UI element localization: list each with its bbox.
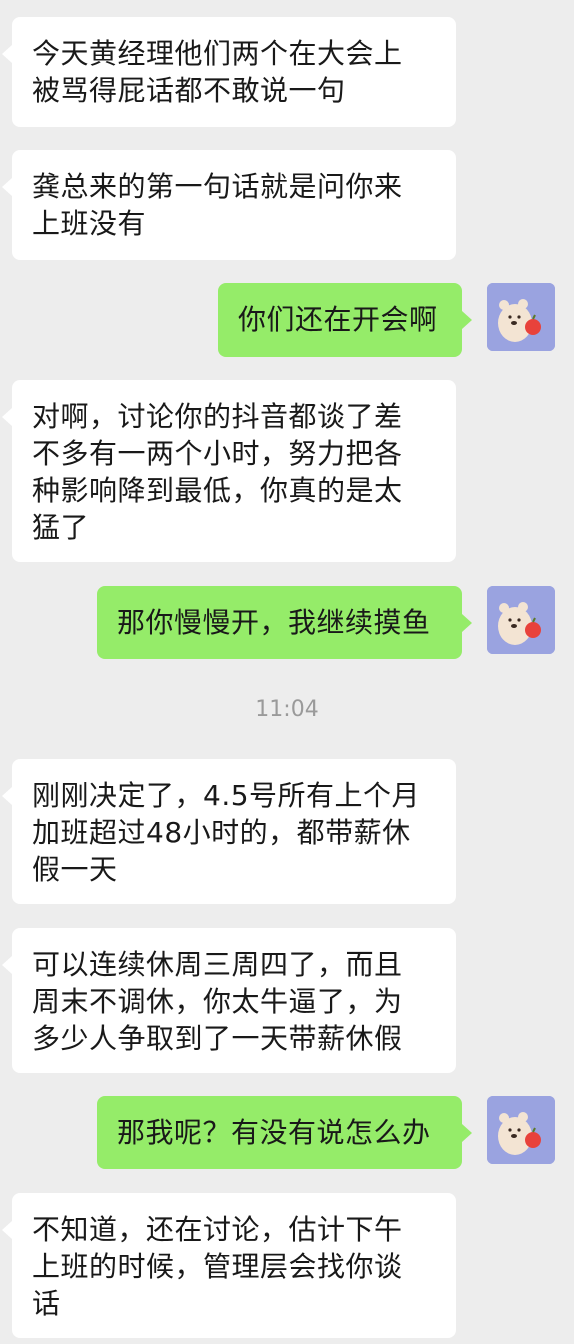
bear-avatar-icon [487, 586, 555, 654]
message-incoming: 不知道，还在讨论，估计下午 上班的时候，管理层会找你谈 话 [2, 1193, 456, 1338]
message-bubble[interactable]: 今天黄经理他们两个在大会上 被骂得屁话都不敢说一句 [2, 17, 456, 127]
message-outgoing: 你们还在开会啊 [218, 283, 472, 357]
message-outgoing: 那我呢？有没有说怎么办 [97, 1096, 472, 1169]
message-incoming: 可以连续休周三周四了，而且 周末不调休，你太牛逼了，为 多少人争取到了一天带薪休… [2, 928, 456, 1073]
bear-avatar-icon [487, 1096, 555, 1164]
message-incoming: 对啊，讨论你的抖音都谈了差 不多有一两个小时，努力把各 种影响降到最低，你真的是… [2, 380, 456, 562]
user-avatar[interactable] [487, 1096, 555, 1164]
message-bubble[interactable]: 龚总来的第一句话就是问你来 上班没有 [2, 150, 456, 260]
message-outgoing: 那你慢慢开，我继续摸鱼 [97, 586, 472, 659]
chat-timestamp: 11:04 [255, 697, 319, 722]
message-bubble[interactable]: 对啊，讨论你的抖音都谈了差 不多有一两个小时，努力把各 种影响降到最低，你真的是… [2, 380, 456, 562]
message-incoming: 龚总来的第一句话就是问你来 上班没有 [2, 150, 456, 260]
message-incoming: 今天黄经理他们两个在大会上 被骂得屁话都不敢说一句 [2, 17, 456, 127]
bear-avatar-icon [487, 283, 555, 351]
message-bubble[interactable]: 刚刚决定了，4.5号所有上个月 加班超过48小时的，都带薪休 假一天 [2, 759, 456, 904]
message-bubble[interactable]: 那你慢慢开，我继续摸鱼 [97, 586, 472, 659]
user-avatar[interactable] [487, 283, 555, 351]
user-avatar[interactable] [487, 586, 555, 654]
message-bubble[interactable]: 不知道，还在讨论，估计下午 上班的时候，管理层会找你谈 话 [2, 1193, 456, 1338]
message-bubble[interactable]: 可以连续休周三周四了，而且 周末不调休，你太牛逼了，为 多少人争取到了一天带薪休… [2, 928, 456, 1073]
message-bubble[interactable]: 你们还在开会啊 [218, 283, 472, 357]
message-incoming: 刚刚决定了，4.5号所有上个月 加班超过48小时的，都带薪休 假一天 [2, 759, 456, 904]
message-bubble[interactable]: 那我呢？有没有说怎么办 [97, 1096, 472, 1169]
